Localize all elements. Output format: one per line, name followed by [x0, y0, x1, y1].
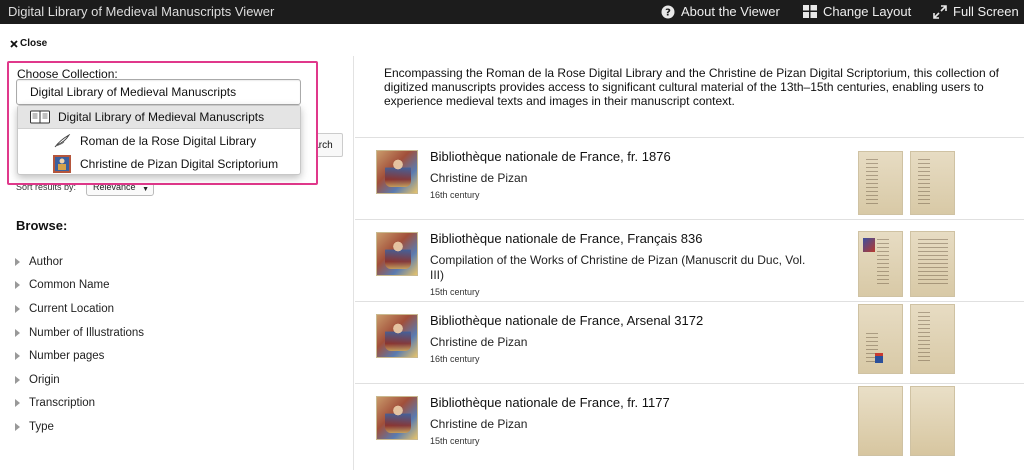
result-item[interactable]: Bibliothèque nationale de France, fr. 11…: [355, 383, 1024, 465]
miniature-icon: [50, 154, 74, 173]
browse-item-label: Author: [29, 255, 63, 268]
manuscript-thumbnail[interactable]: [376, 232, 418, 276]
page-preview-right[interactable]: [910, 231, 955, 297]
page-preview-left[interactable]: [858, 151, 903, 215]
result-author: Compilation of the Works of Christine de…: [430, 253, 806, 282]
result-century: 15th century: [430, 436, 480, 446]
browse-title: Browse:: [16, 218, 68, 233]
browse-item-label: Type: [29, 420, 54, 433]
expand-triangle-icon: [15, 257, 20, 266]
expand-triangle-icon: [15, 281, 20, 290]
result-title[interactable]: Bibliothèque nationale de France, Arsena…: [430, 313, 703, 328]
expand-triangle-icon: [15, 328, 20, 337]
collection-option-pizan[interactable]: Christine de Pizan Digital Scriptorium: [18, 152, 300, 175]
collection-option-label: Christine de Pizan Digital Scriptorium: [80, 156, 279, 171]
help-icon: ?: [661, 5, 675, 18]
page-preview-right[interactable]: [910, 304, 955, 374]
result-century: 15th century: [430, 287, 480, 297]
browse-item-transcription[interactable]: Transcription: [13, 392, 144, 416]
result-title[interactable]: Bibliothèque nationale de France, fr. 11…: [430, 395, 670, 410]
browse-item-author[interactable]: Author: [13, 250, 144, 274]
manuscript-thumbnail[interactable]: [376, 314, 418, 358]
svg-text:?: ?: [665, 7, 671, 18]
manuscript-thumbnail[interactable]: [376, 150, 418, 194]
page-preview-left[interactable]: [858, 231, 903, 297]
browse-item-label: Number pages: [29, 350, 105, 363]
close-label: Close: [20, 38, 48, 49]
app-title: Digital Library of Medieval Manuscripts …: [8, 4, 275, 19]
browse-item-origin[interactable]: Origin: [13, 368, 144, 392]
browse-item-number-of-illustrations[interactable]: Number of Illustrations: [13, 321, 144, 345]
about-viewer-label: About the Viewer: [681, 4, 780, 19]
result-author: Christine de Pizan: [430, 171, 528, 185]
page-preview-right[interactable]: [910, 386, 955, 456]
book-icon: [28, 110, 52, 124]
change-layout-button[interactable]: Change Layout: [803, 4, 911, 19]
manuscript-thumbnail[interactable]: [376, 396, 418, 440]
expand-triangle-icon: [15, 399, 20, 408]
result-century: 16th century: [430, 190, 480, 200]
expand-icon: [933, 4, 947, 19]
browse-item-label: Current Location: [29, 302, 115, 315]
browse-item-label: Common Name: [29, 279, 110, 292]
top-bar: Digital Library of Medieval Manuscripts …: [0, 0, 1024, 24]
collection-option-label: Digital Library of Medieval Manuscripts: [58, 110, 265, 124]
result-title[interactable]: Bibliothèque nationale de France, França…: [430, 231, 702, 246]
collection-chooser: Choose Collection: Digital Library of Me…: [7, 61, 318, 185]
browse-item-type[interactable]: Type: [13, 415, 144, 439]
result-century: 16th century: [430, 354, 480, 364]
grid-icon: [803, 5, 817, 18]
result-author: Christine de Pizan: [430, 335, 528, 349]
browse-item-label: Origin: [29, 373, 60, 386]
result-author: Christine de Pizan: [430, 417, 528, 431]
results-list: Bibliothèque nationale de France, fr. 18…: [355, 137, 1024, 465]
full-screen-button[interactable]: Full Screen: [933, 4, 1019, 19]
expand-triangle-icon: [15, 304, 20, 313]
expand-triangle-icon: [15, 422, 20, 431]
page-preview-right[interactable]: [910, 151, 955, 215]
result-item[interactable]: Bibliothèque nationale de France, Arsena…: [355, 301, 1024, 383]
collection-option-dlmm[interactable]: Digital Library of Medieval Manuscripts: [18, 106, 300, 129]
result-item[interactable]: Bibliothèque nationale de France, França…: [355, 219, 1024, 301]
browse-item-current-location[interactable]: Current Location: [13, 297, 144, 321]
expand-triangle-icon: [15, 375, 20, 384]
collection-select[interactable]: Digital Library of Medieval Manuscripts: [16, 79, 301, 105]
browse-item-label: Number of Illustrations: [29, 326, 145, 339]
browse-item-label: Transcription: [29, 397, 96, 410]
about-viewer-button[interactable]: ? About the Viewer: [661, 4, 780, 19]
collection-dropdown: Digital Library of Medieval Manuscripts …: [17, 105, 301, 175]
expand-triangle-icon: [15, 352, 20, 361]
quill-icon: [50, 133, 74, 148]
page-preview-left[interactable]: [858, 304, 903, 374]
collection-option-label: Roman de la Rose Digital Library: [80, 133, 257, 148]
browse-item-common-name[interactable]: Common Name: [13, 274, 144, 298]
collection-description: Encompassing the Roman de la Rose Digita…: [384, 66, 999, 108]
change-layout-label: Change Layout: [823, 4, 912, 19]
result-title[interactable]: Bibliothèque nationale de France, fr. 18…: [430, 149, 671, 164]
full-screen-label: Full Screen: [953, 4, 1019, 19]
browse-item-number-pages[interactable]: Number pages: [13, 344, 144, 368]
collection-option-rose[interactable]: Roman de la Rose Digital Library: [18, 129, 300, 152]
close-icon: [10, 39, 18, 48]
browse-list: Author Common Name Current Location Numb…: [13, 250, 144, 439]
page-preview-left[interactable]: [858, 386, 903, 456]
close-button[interactable]: Close: [10, 38, 47, 49]
result-item[interactable]: Bibliothèque nationale de France, fr. 18…: [355, 137, 1024, 219]
